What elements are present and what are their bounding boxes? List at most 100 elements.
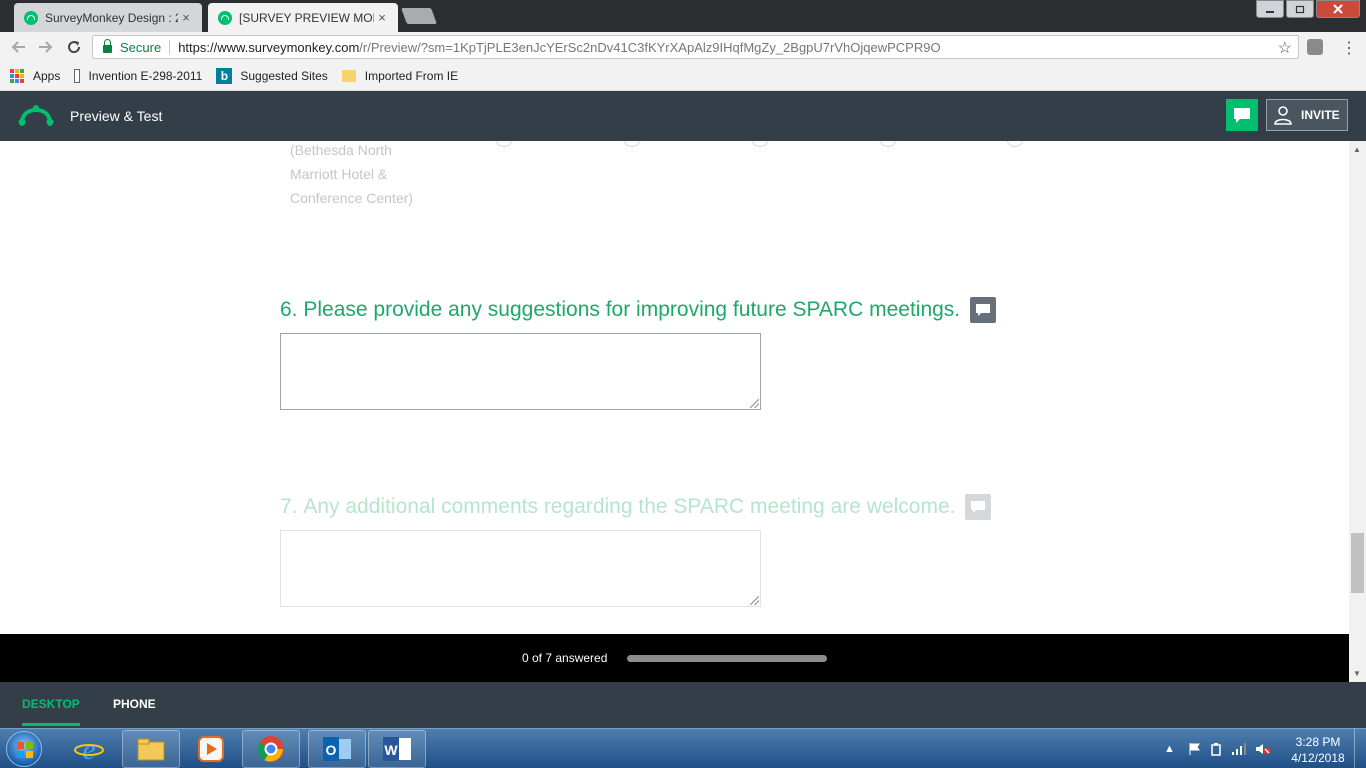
outlook-icon[interactable]: O [308,730,366,768]
address-row: Secure https://www.surveymonkey.com/r/Pr… [0,32,1366,62]
bookmark-label: Invention E-298-2011 [88,69,203,83]
bookmark-invention[interactable]: Invention E-298-2011 [74,69,202,83]
answer-label-line: (Bethesda North [290,142,392,158]
restore-icon[interactable] [1286,0,1314,18]
chrome-menu-icon[interactable]: ⋮ [1341,38,1357,58]
rating-radio[interactable] [879,141,897,147]
forward-arrow-icon[interactable] [36,37,56,57]
browser-titlebar: SurveyMonkey Design : 2 × [SURVEY PREVIE… [0,0,1366,32]
clock-time: 3:28 PM [1295,735,1341,749]
bookmark-star-icon[interactable]: ☆ [1278,38,1292,58]
svg-text:e: e [82,734,95,764]
question-6-title: 6. Please provide any suggestions for im… [280,297,997,323]
desktop-tab[interactable]: DESKTOP [22,697,80,726]
invite-button[interactable]: INVITE [1266,99,1348,131]
tab-title: [SURVEY PREVIEW MODE [239,10,374,25]
show-hidden-icons-icon[interactable]: ▲ [1164,743,1175,755]
svg-text:W: W [384,742,398,758]
question-text: Any additional comments regarding the SP… [303,495,956,518]
question-number: 7. [280,495,298,518]
question-7-title: 7. Any additional comments regarding the… [280,494,992,520]
tab-surveymonkey-design[interactable]: SurveyMonkey Design : 2 × [14,3,202,32]
phone-tab[interactable]: PHONE [113,697,156,723]
page-icon [74,69,80,83]
folder-icon [341,70,356,82]
address-bar[interactable]: Secure https://www.surveymonkey.com/r/Pr… [92,35,1299,59]
tab-close-icon[interactable]: × [374,10,390,25]
comment-icon[interactable] [965,494,992,520]
start-button[interactable] [6,731,42,767]
clock-date: 4/12/2018 [1291,751,1345,765]
action-center-flag-icon[interactable] [1187,742,1201,756]
rating-radio[interactable] [623,141,641,147]
question-number: 6. [280,298,298,321]
answer-label-line: Conference Center) [290,190,413,206]
chrome-icon[interactable] [242,730,300,768]
page-scrollbar[interactable]: ▲ ▼ [1349,141,1366,682]
tab-survey-preview[interactable]: [SURVEY PREVIEW MODE × [208,3,398,32]
device-toggle-bar: DESKTOP PHONE [0,682,1366,728]
lock-icon [103,39,112,53]
user-icon [1274,106,1292,125]
bookmark-label: Imported From IE [364,69,459,83]
power-icon[interactable] [1209,742,1223,756]
speech-bubble-icon [1234,108,1250,123]
extension-icon[interactable] [1307,39,1323,55]
reload-icon[interactable] [64,37,84,57]
bookmarks-bar: Apps Invention E-298-2011 b Suggested Si… [0,62,1366,91]
windows-taskbar: e O W ▲ 3:28 PM 4/12/2018 [0,728,1366,768]
show-desktop-button[interactable] [1354,729,1366,768]
question-6-answer-field[interactable] [280,333,761,410]
progress-label: 0 of 7 answered [522,651,608,665]
taskbar-clock[interactable]: 3:28 PM 4/12/2018 [1286,734,1350,766]
url-path: /r/Preview/?sm=1KpTjPLE3enJcYErSc2nDv41C… [359,39,941,55]
bookmark-suggested-sites[interactable]: b Suggested Sites [216,68,328,84]
resize-grip-icon[interactable] [750,596,759,605]
bookmark-apps[interactable]: Apps [0,69,60,83]
comments-button[interactable] [1226,99,1258,131]
file-explorer-icon[interactable] [122,730,180,768]
answer-label-line: Marriott Hotel & [290,166,388,182]
volume-muted-icon[interactable] [1255,742,1271,756]
svg-text:O: O [326,742,337,758]
rating-radio[interactable] [495,141,513,147]
surveymonkey-logo-icon[interactable] [18,104,54,128]
bookmark-imported-from-ie[interactable]: Imported From IE [341,69,459,83]
previous-answer-label: (Bethesda North Marriott Hotel & Confere… [290,141,413,210]
rating-radio[interactable] [1006,141,1024,147]
progress-footer: 0 of 7 answered [0,634,1349,682]
internet-explorer-icon[interactable]: e [60,730,118,768]
bookmark-label: Suggested Sites [240,69,328,83]
bing-icon: b [216,68,233,84]
secure-label: Secure [120,39,171,55]
bookmark-label: Apps [33,69,61,83]
resize-grip-icon[interactable] [750,399,759,408]
new-tab-button[interactable] [401,8,437,24]
window-controls [1256,0,1360,18]
window-close-icon[interactable] [1316,0,1360,18]
minimize-icon[interactable] [1256,0,1284,18]
question-7-answer-field[interactable] [280,530,761,607]
scrollbar-thumb[interactable] [1351,533,1364,593]
back-arrow-icon[interactable] [8,37,28,57]
tab-title: SurveyMonkey Design : 2 [45,10,178,25]
apps-grid-icon [10,69,24,83]
network-signal-icon[interactable] [1231,742,1247,756]
scroll-up-arrow-icon[interactable]: ▲ [1353,145,1361,154]
url-host: https://www.surveymonkey.com [178,39,360,55]
page-title: Preview & Test [70,108,163,124]
survey-content: (Bethesda North Marriott Hotel & Confere… [0,141,1349,634]
app-header: Preview & Test INVITE [0,91,1366,141]
progress-track [627,655,827,662]
rating-radio[interactable] [751,141,769,147]
windows-logo-icon [17,742,33,758]
surveymonkey-favicon-icon [24,10,38,25]
word-icon[interactable]: W [368,730,426,768]
tab-close-icon[interactable]: × [178,10,194,25]
question-text: Please provide any suggestions for impro… [303,298,961,321]
comment-icon[interactable] [970,297,997,323]
scroll-down-arrow-icon[interactable]: ▼ [1353,669,1361,678]
invite-label: INVITE [1301,108,1340,122]
media-player-icon[interactable] [182,730,240,768]
surveymonkey-favicon-icon [218,10,232,25]
